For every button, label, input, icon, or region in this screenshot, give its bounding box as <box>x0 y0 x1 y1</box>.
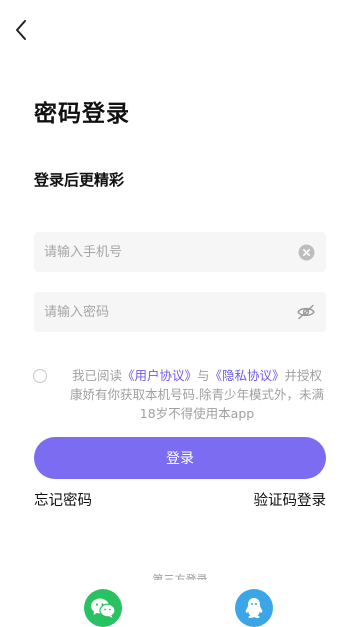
user-agreement-link[interactable]: 《用户协议》 <box>122 368 197 383</box>
login-button[interactable]: 登录 <box>34 437 326 479</box>
agreement-text: 我已阅读《用户协议》与《隐私协议》并授权康娇有你获取本机号码.除青少年模式外，未… <box>67 366 327 423</box>
wechat-login-button[interactable] <box>84 589 122 627</box>
clear-circle-icon[interactable] <box>296 242 316 262</box>
eye-hidden-icon[interactable] <box>296 302 316 322</box>
password-input[interactable] <box>44 292 296 332</box>
agreement-and: 与 <box>196 368 210 383</box>
agreement-prefix: 我已阅读 <box>71 368 122 383</box>
phone-input[interactable] <box>44 232 296 272</box>
phone-field <box>34 232 326 272</box>
code-login-link[interactable]: 验证码登录 <box>254 489 327 510</box>
chevron-left-icon <box>16 20 26 40</box>
forgot-password-link[interactable]: 忘记密码 <box>34 489 92 510</box>
password-field <box>34 292 326 332</box>
page-subtitle: 登录后更精彩 <box>34 171 125 189</box>
qq-icon <box>245 598 263 618</box>
qq-login-button[interactable] <box>235 589 273 627</box>
back-button[interactable] <box>10 16 32 44</box>
third-party-label: 第三方登录 <box>152 573 208 580</box>
wechat-icon <box>91 598 116 618</box>
page-title: 密码登录 <box>34 101 130 127</box>
agreement-checkbox[interactable] <box>33 369 47 383</box>
privacy-policy-link[interactable]: 《隐私协议》 <box>210 368 285 383</box>
